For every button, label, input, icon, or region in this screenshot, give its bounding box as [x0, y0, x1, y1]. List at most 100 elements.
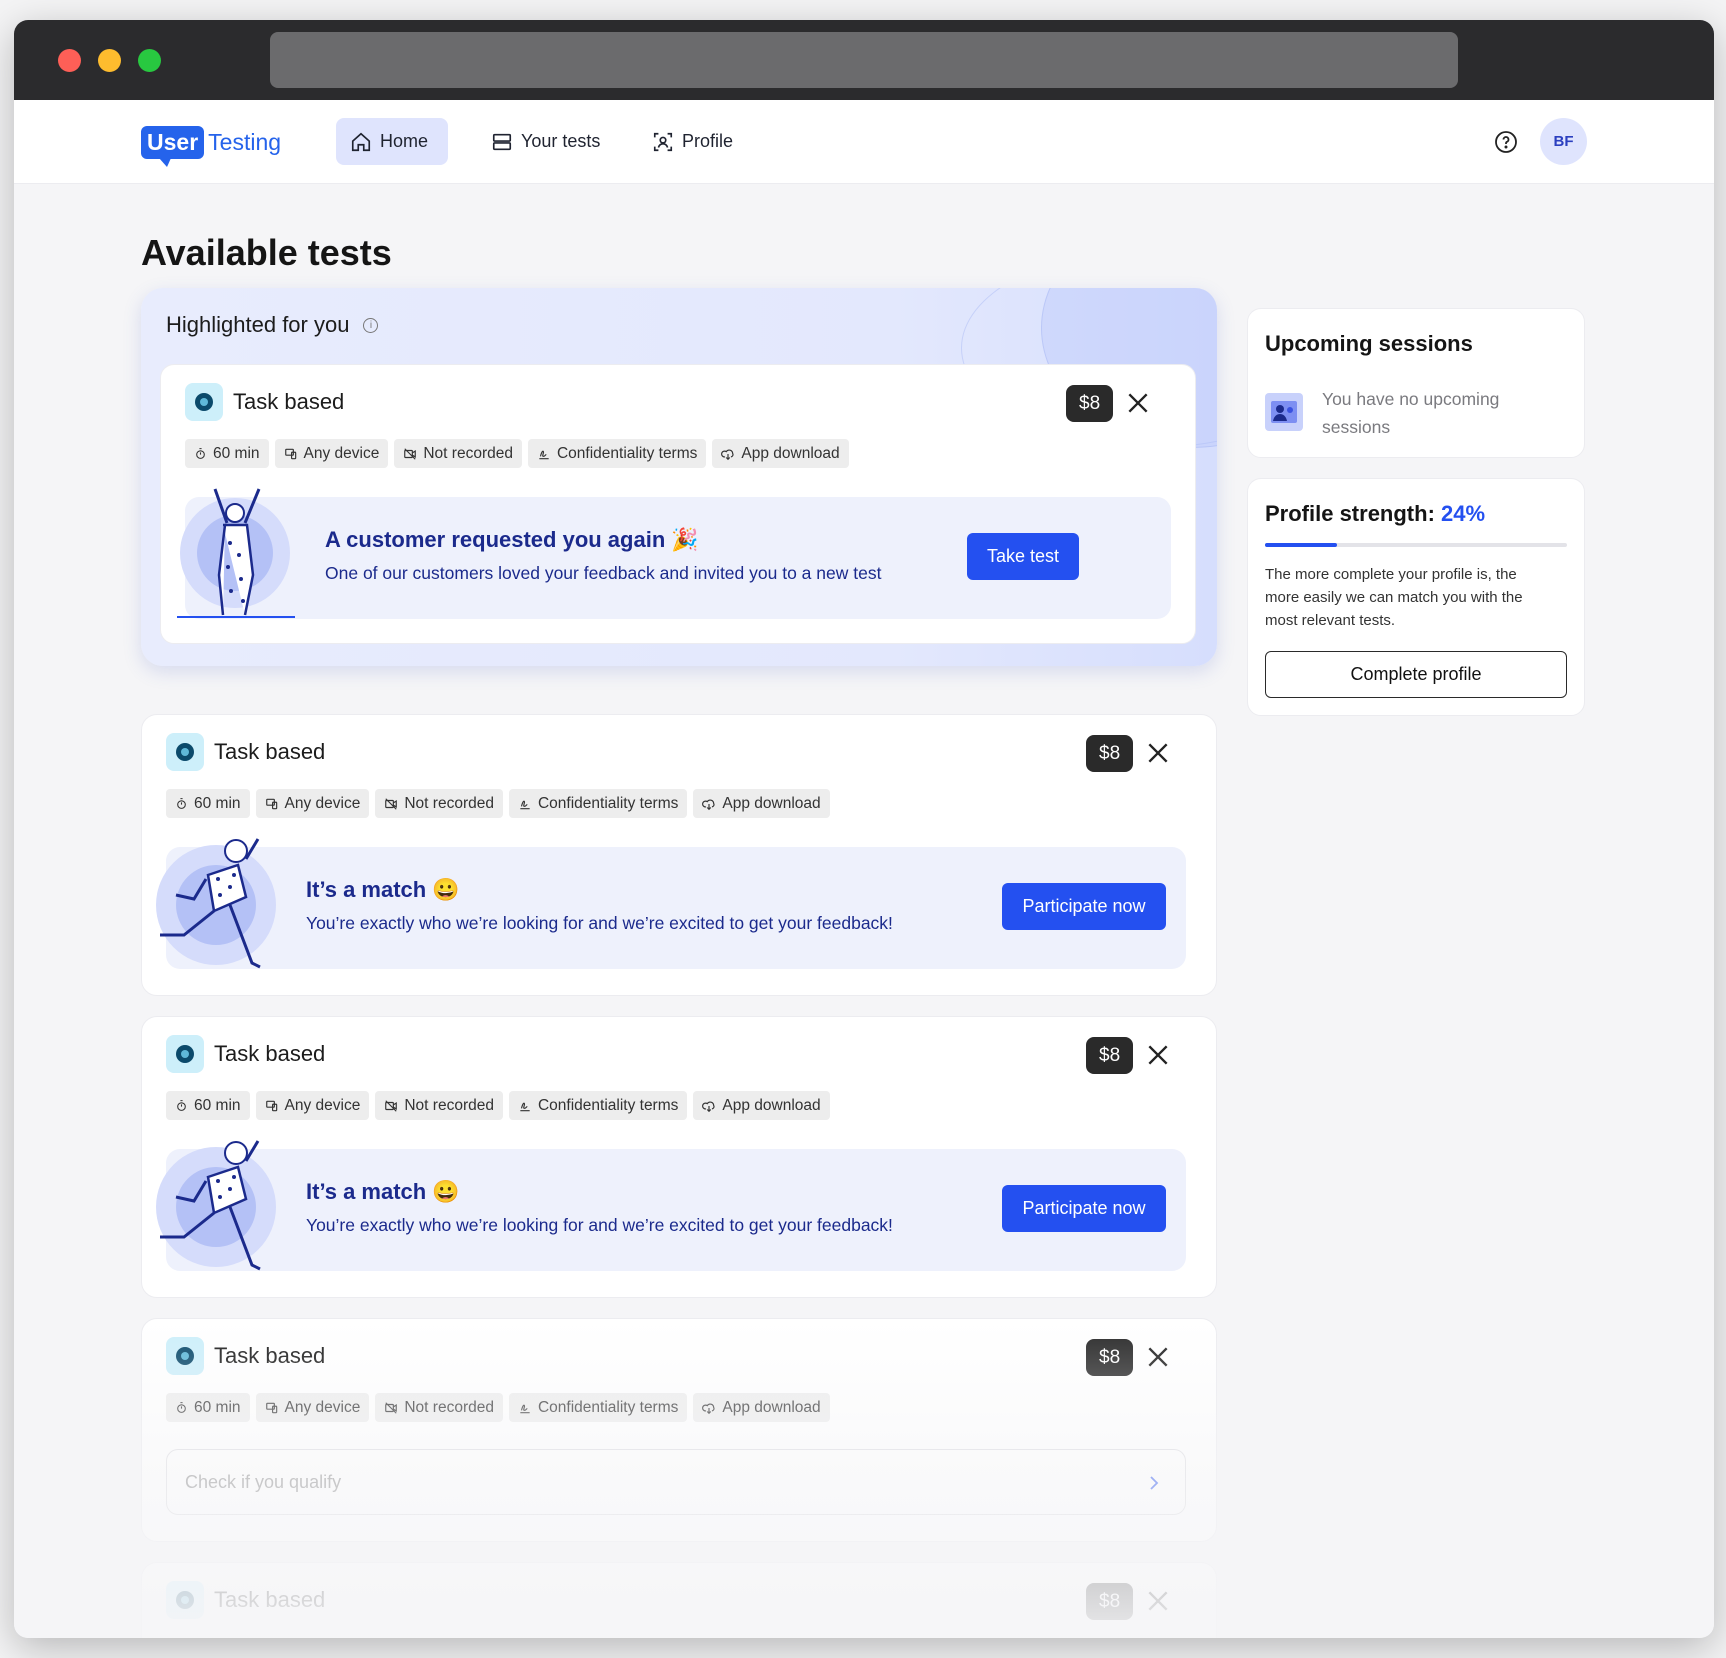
promo-banner: It’s a match 😀 You’re exactly who we’re … [156, 838, 1186, 969]
profile-strength-title: Profile strength: 24% [1265, 501, 1485, 527]
test-card: Task based $8 60 min Any device Not reco… [141, 714, 1217, 996]
tag-app-download: App download [693, 1091, 830, 1120]
cloud-download-icon [721, 449, 734, 460]
grinning-face-icon: 😀 [432, 1179, 460, 1204]
upcoming-sessions-card: Upcoming sessions You have no upcoming s… [1247, 308, 1585, 458]
maximize-window-button[interactable] [138, 49, 161, 72]
take-test-button[interactable]: Take test [967, 533, 1079, 580]
tag-app-download: App download [693, 789, 830, 818]
tag-duration: 60 min [185, 439, 269, 468]
participate-now-button[interactable]: Participate now [1002, 1185, 1166, 1232]
tag-recording: Not recorded [375, 789, 503, 818]
minimize-window-button[interactable] [98, 49, 121, 72]
tag-device: Any device [255, 1091, 370, 1120]
task-based-icon [166, 1581, 204, 1619]
task-based-icon [166, 1035, 204, 1073]
promo-subtitle: You’re exactly who we’re looking for and… [306, 1215, 893, 1235]
promo-title-text: It’s a match [306, 877, 427, 902]
tag-duration: 60 min [166, 1091, 250, 1120]
nav-profile[interactable]: Profile [638, 118, 747, 165]
test-card: Task based $8 60 min Any device Not reco… [141, 1016, 1217, 1298]
promo-subtitle: One of our customers loved your feedback… [325, 563, 882, 583]
check-qualify-label: Check if you qualify [185, 1471, 342, 1492]
no-video-icon [404, 447, 417, 460]
tag-duration: 60 min [166, 789, 250, 818]
browser-titlebar [14, 20, 1714, 100]
task-based-icon [166, 1337, 204, 1375]
nav-your-tests[interactable]: Your tests [477, 118, 614, 165]
tag-device: Any device [255, 1393, 370, 1422]
profile-strength-label: Profile strength: [1265, 501, 1435, 526]
tag-device: Any device [274, 439, 389, 468]
promo-banner: It’s a match 😀 You’re exactly who we’re … [156, 1140, 1186, 1271]
usertesting-logo[interactable]: User Testing [141, 122, 281, 167]
profile-strength-card: Profile strength: 24% The more complete … [1247, 478, 1585, 716]
no-upcoming-sessions-text: You have no upcoming sessions [1322, 389, 1500, 437]
dismiss-close-icon[interactable] [1145, 1588, 1171, 1614]
devices-icon [265, 1402, 277, 1413]
cloud-download-icon [702, 799, 715, 810]
nav-your-tests-label: Your tests [521, 131, 601, 151]
participate-now-button[interactable]: Participate now [1002, 883, 1166, 930]
tag-confidentiality: Confidentiality terms [508, 1393, 688, 1422]
profile-strength-percent: 24% [1441, 501, 1486, 526]
browser-window: User Testing Home Your tests Profile BF … [14, 20, 1714, 1638]
test-header: Task based [166, 1337, 325, 1375]
test-tags: 60 min Any device Not recorded Confident… [166, 789, 830, 818]
tag-app-download: App download [712, 439, 849, 468]
test-header: Task based [166, 733, 325, 771]
dismiss-close-icon[interactable] [1145, 1344, 1171, 1370]
nav-home-label: Home [380, 131, 429, 151]
test-tags: 60 min Any device Not recorded Confident… [166, 1393, 830, 1422]
profile-icon [653, 132, 673, 151]
info-icon[interactable]: i [363, 317, 379, 333]
tag-duration: 60 min [166, 1393, 250, 1422]
timer-icon [177, 1402, 186, 1413]
tag-app-download: App download [693, 1393, 830, 1422]
timer-icon [177, 1100, 186, 1111]
test-card: Task based $8 [141, 1562, 1217, 1638]
signature-icon [539, 450, 549, 459]
check-qualify-row[interactable]: Check if you qualify [166, 1449, 1186, 1515]
highlighted-section: Highlighted for you i Task based $8 60 m… [141, 288, 1217, 666]
nav-home[interactable]: Home [336, 118, 448, 165]
test-type-label: Task based [214, 1041, 326, 1066]
tag-confidentiality: Confidentiality terms [527, 439, 707, 468]
tag-confidentiality: Confidentiality terms [508, 789, 688, 818]
promo-title-text: It’s a match [306, 1179, 427, 1204]
running-person-illustration [156, 1140, 276, 1271]
test-tags: 60 min Any device Not recorded Confident… [166, 1091, 830, 1120]
home-icon [351, 132, 371, 151]
promo-subtitle: You’re exactly who we’re looking for and… [306, 913, 893, 933]
user-avatar[interactable]: BF [1540, 118, 1587, 165]
dismiss-close-icon[interactable] [1145, 740, 1171, 766]
tag-recording: Not recorded [375, 1091, 503, 1120]
signature-icon [520, 1102, 530, 1111]
help-icon[interactable] [1494, 130, 1518, 154]
dismiss-close-icon[interactable] [1145, 1042, 1171, 1068]
address-bar[interactable] [270, 32, 1458, 88]
running-person-illustration [156, 838, 276, 969]
devices-icon [284, 448, 296, 459]
tag-device: Any device [255, 789, 370, 818]
devices-icon [265, 798, 277, 809]
profile-strength-track [1265, 543, 1567, 547]
promo-title: It’s a match 😀 [306, 877, 460, 903]
price-badge: $8 [1086, 1037, 1134, 1074]
highlighted-test-card: Task based $8 60 min Any device Not reco… [160, 364, 1196, 644]
celebrating-person-illustration [177, 488, 295, 618]
profile-strength-description: The more complete your profile is, the m… [1265, 566, 1523, 629]
test-tags: 60 min Any device Not recorded Confident… [185, 439, 849, 468]
calendar-people-icon [1265, 393, 1303, 431]
test-header: Task based [166, 1581, 325, 1619]
complete-profile-button[interactable]: Complete profile [1265, 651, 1567, 698]
test-type-label: Task based [214, 1343, 326, 1368]
devices-icon [265, 1100, 277, 1111]
signature-icon [520, 800, 530, 809]
dismiss-close-icon[interactable] [1125, 390, 1151, 416]
cloud-download-icon [702, 1101, 715, 1112]
close-window-button[interactable] [58, 49, 81, 72]
no-video-icon [385, 1099, 398, 1112]
promo-title: A customer requested you again 🎉 [325, 527, 699, 553]
highlighted-title-text: Highlighted for you [166, 312, 350, 337]
